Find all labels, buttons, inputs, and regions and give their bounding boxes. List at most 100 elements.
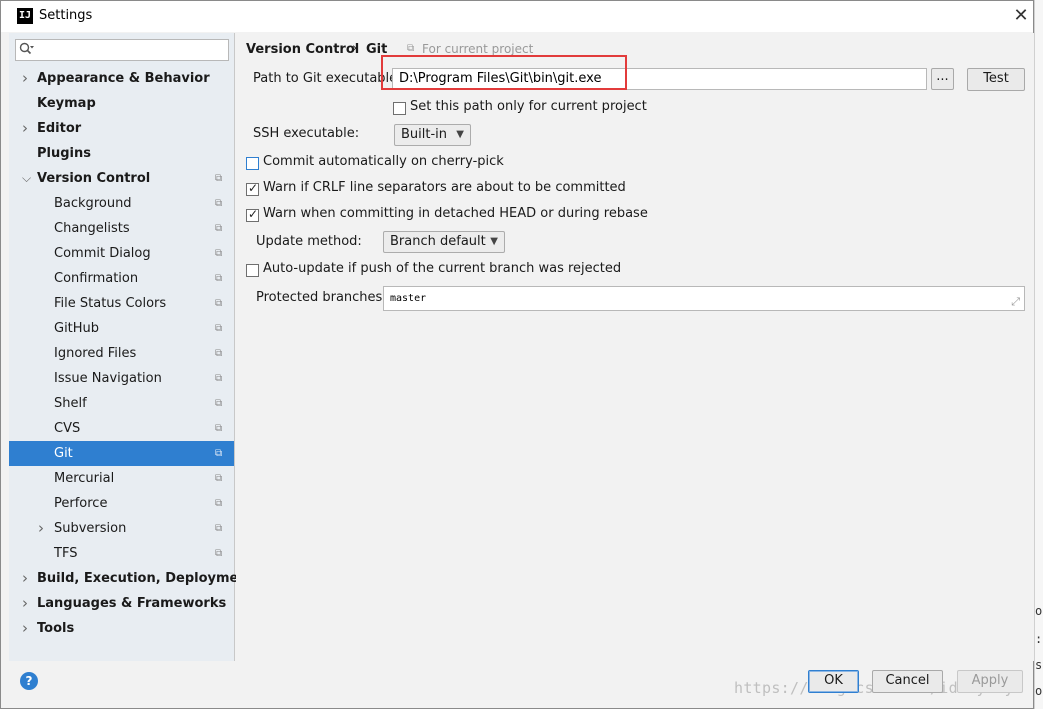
background-glyph: o: [1035, 684, 1043, 698]
checkmark-icon: ✓: [248, 207, 259, 221]
browse-button[interactable]: ...: [931, 68, 954, 90]
sidebar-item-version-control[interactable]: ⌵ Version Control ⧉: [9, 166, 234, 191]
sidebar-item-label: Shelf: [54, 396, 87, 411]
chevron-down-icon[interactable]: ⌵: [22, 166, 31, 191]
expand-icon[interactable]: ⤢: [1011, 290, 1020, 310]
breadcrumb-separator: ›: [352, 41, 358, 56]
project-scope-icon: ⧉: [215, 523, 223, 534]
ok-button[interactable]: OK: [808, 670, 859, 693]
project-scope-icon: ⧉: [215, 273, 223, 284]
sidebar-item-label: GitHub: [54, 321, 100, 336]
commit-cherry-pick-checkbox[interactable]: [246, 157, 259, 170]
sidebar-item-editor[interactable]: › Editor: [9, 116, 234, 141]
warn-crlf-checkbox[interactable]: ✓: [246, 181, 259, 196]
window-title: Settings: [39, 8, 93, 23]
sidebar-item-label: Languages & Frameworks: [37, 596, 227, 611]
sidebar-item-label: Subversion: [54, 521, 127, 536]
current-project-only-label: Set this path only for current project: [410, 99, 647, 114]
sidebar-item-label: Git: [54, 446, 73, 461]
background-glyph: o.: [1035, 604, 1043, 618]
project-scope-icon: ⧉: [215, 348, 223, 359]
chevron-right-icon[interactable]: ›: [22, 116, 28, 141]
sidebar-item-label: Background: [54, 196, 132, 211]
sidebar-item-label: Version Control: [37, 171, 151, 186]
sidebar-item-languages-frameworks[interactable]: › Languages & Frameworks: [9, 591, 234, 616]
settings-search-box[interactable]: [15, 39, 229, 61]
background-glyph: s: [1035, 658, 1043, 672]
sidebar-item-mercurial[interactable]: Mercurial ⧉: [9, 466, 234, 491]
project-scope-icon: ⧉: [215, 198, 223, 209]
chevron-down-icon: ▼: [456, 129, 464, 140]
sidebar-item-background[interactable]: Background ⧉: [9, 191, 234, 216]
checkmark-icon: ✓: [248, 181, 259, 195]
breadcrumb-current: Git: [366, 42, 388, 57]
sidebar-item-changelists[interactable]: Changelists ⧉: [9, 216, 234, 241]
project-scope-icon: ⧉: [215, 548, 223, 559]
sidebar-item-issue-navigation[interactable]: Issue Navigation ⧉: [9, 366, 234, 391]
project-scope-icon: ⧉: [215, 473, 223, 484]
ssh-executable-value: Built-in: [401, 127, 448, 142]
protected-branches-input[interactable]: master ⤢: [383, 286, 1025, 311]
sidebar-item-label: Confirmation: [54, 271, 139, 286]
sidebar-item-label: Keymap: [37, 96, 96, 111]
protected-branches-value: master: [390, 293, 427, 304]
close-icon[interactable]: ✕: [1007, 3, 1035, 29]
sidebar-item-label: Tools: [37, 621, 75, 636]
sidebar-item-subversion[interactable]: › Subversion ⧉: [9, 516, 234, 541]
sidebar-item-tfs[interactable]: TFS ⧉: [9, 541, 234, 566]
warn-detached-head-checkbox[interactable]: ✓: [246, 207, 259, 222]
apply-button[interactable]: Apply: [957, 670, 1023, 693]
sidebar-item-label: Commit Dialog: [54, 246, 151, 261]
sidebar-item-label: Mercurial: [54, 471, 115, 486]
sidebar-item-github[interactable]: GitHub ⧉: [9, 316, 234, 341]
project-scope-icon: ⧉: [215, 498, 223, 509]
project-scope-icon: ⧉: [215, 448, 223, 459]
chevron-right-icon[interactable]: ›: [38, 516, 44, 541]
sidebar-item-file-status-colors[interactable]: File Status Colors ⧉: [9, 291, 234, 316]
sidebar-item-label: Plugins: [37, 146, 91, 161]
chevron-right-icon[interactable]: ›: [22, 591, 28, 616]
git-settings-panel: Version Control › Git ⧉ For current proj…: [236, 33, 1034, 661]
sidebar-item-confirmation[interactable]: Confirmation ⧉: [9, 266, 234, 291]
settings-window: IJ Settings ✕ › Appearance & Behavior Keym…: [0, 0, 1034, 709]
update-method-label: Update method:: [256, 234, 362, 249]
sidebar-item-commit-dialog[interactable]: Commit Dialog ⧉: [9, 241, 234, 266]
sidebar-item-label: Perforce: [54, 496, 108, 511]
sidebar-item-git[interactable]: Git ⧉: [9, 441, 234, 466]
update-method-select[interactable]: Branch default ▼: [383, 231, 505, 253]
sidebar-item-ignored-files[interactable]: Ignored Files ⧉: [9, 341, 234, 366]
sidebar-item-shelf[interactable]: Shelf ⧉: [9, 391, 234, 416]
project-scope-icon: ⧉: [215, 423, 223, 434]
sidebar-item-label: File Status Colors: [54, 296, 167, 311]
ssh-executable-select[interactable]: Built-in ▼: [394, 124, 471, 146]
git-path-input[interactable]: D:\Program Files\Git\bin\git.exe: [392, 68, 927, 90]
sidebar-item-plugins[interactable]: Plugins: [9, 141, 234, 166]
sidebar-item-appearance-behavior[interactable]: › Appearance & Behavior: [9, 66, 234, 91]
chevron-right-icon[interactable]: ›: [22, 616, 28, 641]
warn-detached-head-label: Warn when committing in detached HEAD or…: [263, 206, 648, 221]
protected-branches-label: Protected branches:: [256, 290, 387, 305]
chevron-right-icon[interactable]: ›: [22, 566, 28, 591]
test-button[interactable]: Test: [967, 68, 1025, 91]
sidebar-item-cvs[interactable]: CVS ⧉: [9, 416, 234, 441]
help-icon[interactable]: ?: [20, 672, 38, 690]
sidebar-item-build-execution-deployment[interactable]: › Build, Execution, Deployment: [9, 566, 254, 591]
sidebar-item-tools[interactable]: › Tools: [9, 616, 234, 641]
commit-cherry-pick-label: Commit automatically on cherry-pick: [263, 154, 504, 169]
chevron-right-icon[interactable]: ›: [22, 66, 28, 91]
git-path-label: Path to Git executable:: [253, 71, 402, 86]
auto-update-checkbox[interactable]: [246, 264, 259, 277]
update-method-value: Branch default: [390, 234, 486, 249]
search-input[interactable]: [40, 41, 225, 59]
sidebar-item-perforce[interactable]: Perforce ⧉: [9, 491, 234, 516]
sidebar-item-label: Appearance & Behavior: [37, 71, 210, 86]
sidebar-item-keymap[interactable]: Keymap: [9, 91, 234, 116]
project-scope-icon: ⧉: [215, 248, 223, 259]
sidebar-item-label: Build, Execution, Deployment: [37, 571, 254, 586]
warn-crlf-label: Warn if CRLF line separators are about t…: [263, 180, 626, 195]
sidebar-item-label: CVS: [54, 421, 81, 436]
cancel-button[interactable]: Cancel: [872, 670, 943, 693]
current-project-only-checkbox[interactable]: [393, 102, 406, 115]
sidebar-item-label: TFS: [54, 546, 78, 561]
project-scope-icon: ⧉: [215, 398, 223, 409]
